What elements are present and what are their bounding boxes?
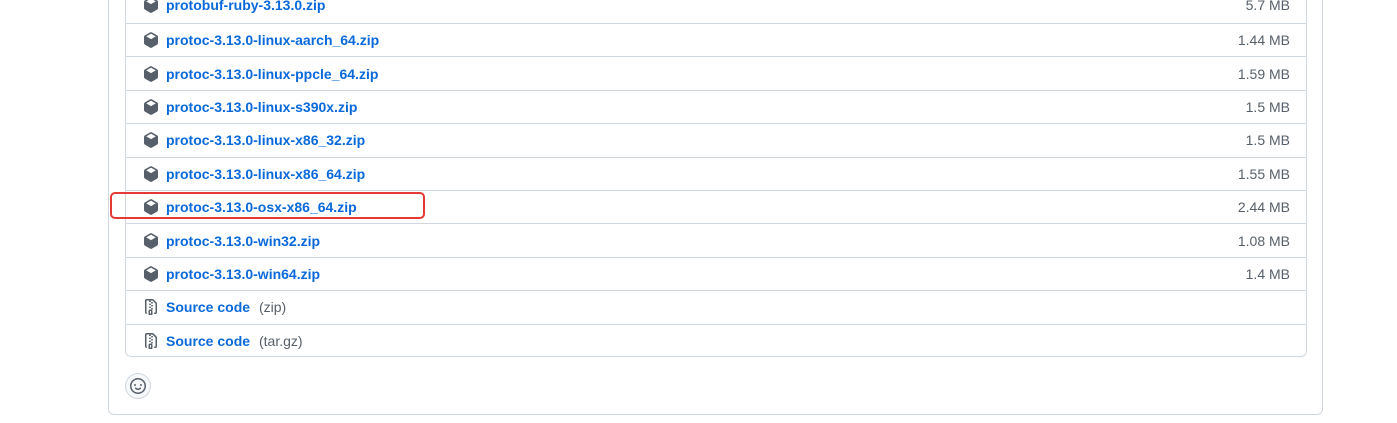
asset-row-source-zip: Source code (zip) [126, 290, 1306, 323]
package-icon [144, 199, 158, 215]
file-zip-icon [145, 332, 157, 349]
asset-size: 1.4 MB [1245, 265, 1290, 282]
smiley-icon [130, 378, 146, 394]
asset-size: 5.7 MB [1245, 0, 1290, 13]
source-code-targz-link[interactable]: Source code [166, 333, 250, 349]
package-icon [144, 132, 158, 149]
package-icon [144, 32, 158, 49]
asset-row: protobuf-ruby-3.13.0.zip 5.7 MB [126, 0, 1306, 23]
asset-format: (zip) [259, 299, 287, 316]
file-zip-icon [145, 299, 157, 316]
asset-link[interactable]: protoc-3.13.0-win32.zip [166, 233, 320, 249]
package-icon [144, 0, 158, 13]
package-icon [144, 99, 158, 115]
asset-size: 2.44 MB [1237, 199, 1290, 216]
asset-row: protoc-3.13.0-linux-s390x.zip 1.5 MB [126, 89, 1306, 123]
asset-size: 1.59 MB [1237, 65, 1290, 82]
package-icon [144, 165, 158, 182]
package-icon [144, 266, 158, 282]
package-icon [144, 232, 158, 249]
asset-link[interactable]: protoc-3.13.0-linux-ppcle_64.zip [166, 66, 378, 82]
asset-size: 1.44 MB [1237, 32, 1290, 49]
assets-list: protobuf-ruby-3.13.0.zip 5.7 MB protoc-3… [125, 0, 1307, 357]
asset-size: 1.55 MB [1237, 165, 1290, 182]
asset-link[interactable]: protoc-3.13.0-win64.zip [166, 266, 320, 282]
asset-size: 1.08 MB [1237, 232, 1290, 249]
asset-size: 1.5 MB [1245, 98, 1290, 115]
asset-row-source-targz: Source code (tar.gz) [126, 323, 1306, 356]
asset-link[interactable]: protoc-3.13.0-linux-x86_32.zip [166, 132, 365, 148]
asset-row: protoc-3.13.0-linux-aarch_64.zip 1.44 MB [126, 23, 1306, 56]
asset-row-highlighted: protoc-3.13.0-osx-x86_64.zip 2.44 MB [126, 189, 1306, 223]
asset-link[interactable]: protoc-3.13.0-linux-aarch_64.zip [166, 32, 379, 48]
asset-link[interactable]: protoc-3.13.0-osx-x86_64.zip [166, 199, 357, 215]
asset-row: protoc-3.13.0-linux-ppcle_64.zip 1.59 MB [126, 56, 1306, 89]
add-reaction-button[interactable] [125, 373, 151, 399]
asset-link[interactable]: protoc-3.13.0-linux-x86_64.zip [166, 166, 365, 182]
asset-row: protoc-3.13.0-linux-x86_32.zip 1.5 MB [126, 123, 1306, 156]
asset-link[interactable]: protobuf-ruby-3.13.0.zip [166, 0, 325, 13]
asset-row: protoc-3.13.0-win32.zip 1.08 MB [126, 223, 1306, 256]
asset-size: 1.5 MB [1245, 132, 1290, 149]
asset-row: protoc-3.13.0-win64.zip 1.4 MB [126, 256, 1306, 290]
asset-link[interactable]: protoc-3.13.0-linux-s390x.zip [166, 99, 357, 115]
source-code-zip-link[interactable]: Source code [166, 299, 250, 315]
asset-row: protoc-3.13.0-linux-x86_64.zip 1.55 MB [126, 156, 1306, 190]
asset-format: (tar.gz) [259, 332, 303, 349]
package-icon [144, 65, 158, 82]
